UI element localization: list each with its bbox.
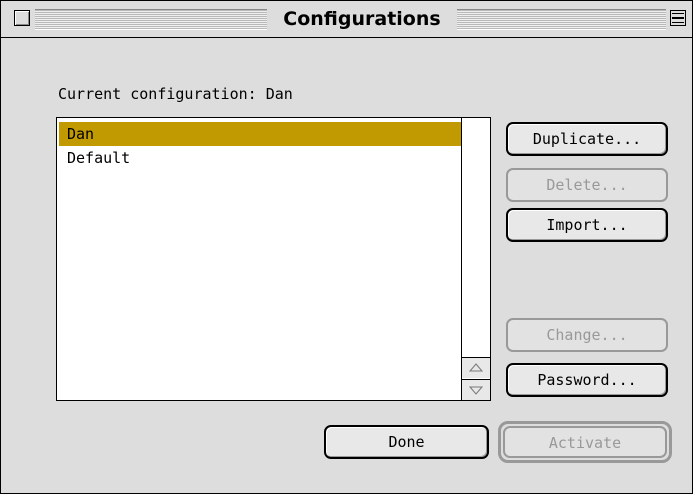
collapse-box-icon[interactable]	[670, 10, 686, 26]
delete-button[interactable]: Delete...	[506, 168, 668, 202]
scroll-up-button[interactable]	[462, 357, 490, 378]
password-button[interactable]: Password...	[506, 363, 668, 397]
scroll-down-button[interactable]	[462, 379, 490, 400]
duplicate-button[interactable]: Duplicate...	[506, 122, 668, 156]
activate-button[interactable]: Activate	[498, 421, 672, 463]
import-button[interactable]: Import...	[506, 208, 668, 242]
activate-button-label: Activate	[503, 426, 667, 458]
current-configuration-label: Current configuration: Dan	[58, 85, 293, 103]
title-stripes-right	[457, 9, 666, 30]
window-title: Configurations	[267, 6, 457, 32]
list-item-dan[interactable]: Dan	[59, 122, 461, 146]
done-button[interactable]: Done	[324, 425, 489, 459]
arrow-down-icon	[469, 386, 483, 395]
list-item-default[interactable]: Default	[59, 146, 461, 170]
configurations-window: Configurations Current configuration: Da…	[0, 0, 693, 494]
close-box-icon[interactable]	[14, 10, 30, 26]
arrow-up-icon	[469, 363, 483, 372]
change-button[interactable]: Change...	[506, 318, 668, 352]
title-bar[interactable]: Configurations	[1, 1, 692, 38]
configuration-list[interactable]: Dan Default	[56, 117, 491, 401]
list-scrollbar[interactable]	[461, 118, 490, 400]
list-items: Dan Default	[59, 122, 461, 170]
